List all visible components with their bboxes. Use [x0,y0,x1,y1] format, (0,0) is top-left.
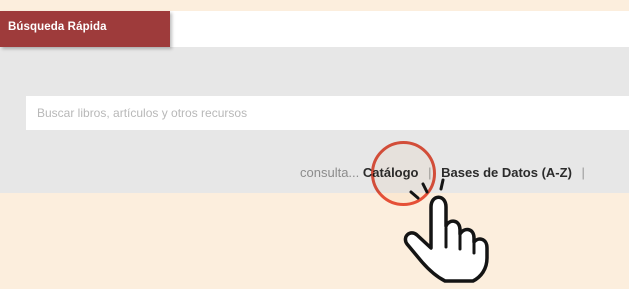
quick-search-widget: Búsqueda Rápida consulta... Catálogo | B… [0,11,629,193]
link-separator: | [581,165,585,180]
tab-label: Búsqueda Rápida [8,21,107,33]
tab-bar: Búsqueda Rápida [0,11,629,47]
tab-busqueda-rapida[interactable]: Búsqueda Rápida [0,11,170,47]
links-prefix: consulta... [300,165,360,180]
page: { "quick_search": { "tab_label": "Búsque… [0,0,629,289]
search-input[interactable] [26,96,629,130]
hand-pointer-icon [403,178,489,283]
